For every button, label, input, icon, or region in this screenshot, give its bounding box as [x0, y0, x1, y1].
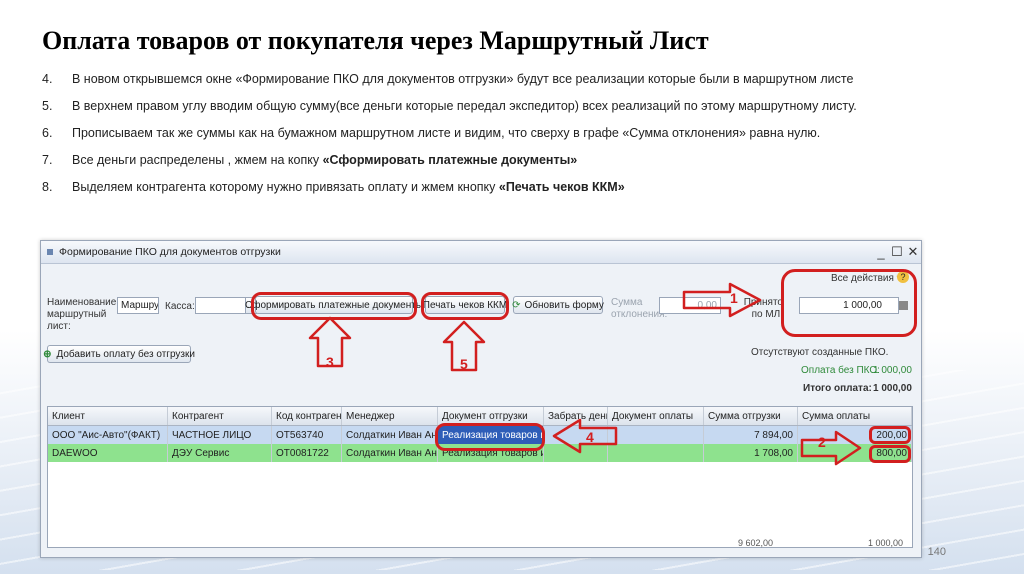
arrow-right-icon — [682, 282, 762, 318]
page-number: 140 — [927, 546, 946, 558]
arrow-left-icon — [552, 418, 618, 454]
annotation-number-3: 3 — [326, 354, 334, 370]
annotation-number-4: 4 — [586, 429, 594, 445]
annotation-number-2: 2 — [818, 434, 826, 450]
annotation-number-5: 5 — [460, 356, 468, 372]
annotation-number-1: 1 — [730, 290, 738, 306]
annotation-arrows — [308, 282, 862, 466]
arrow-right-icon — [800, 430, 862, 466]
